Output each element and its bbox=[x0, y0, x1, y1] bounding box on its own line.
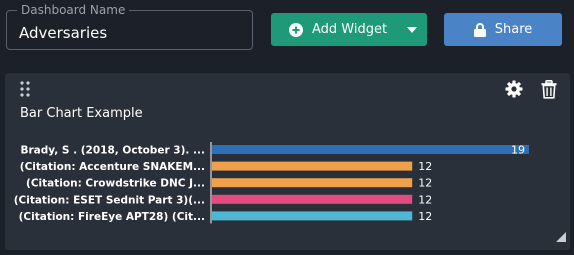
bar-category-label: (Citation: FireEye APT28) (Cit... bbox=[19, 211, 205, 223]
bar-category-label: Brady, S . (2018, October 3). ... bbox=[20, 145, 205, 157]
bar-value-label: 12 bbox=[418, 160, 432, 173]
chevron-down-icon[interactable] bbox=[397, 26, 427, 33]
bar[interactable] bbox=[212, 194, 413, 204]
bar-value-label: 12 bbox=[418, 193, 432, 206]
resize-icon[interactable] bbox=[556, 227, 566, 246]
lock-icon bbox=[473, 22, 486, 37]
bar-chart-widget: Bar Chart Example Brady, S . (2018, Octo… bbox=[5, 73, 570, 250]
bar[interactable] bbox=[212, 161, 413, 171]
dashboard-name-field[interactable]: Dashboard Name bbox=[6, 2, 253, 50]
share-button[interactable]: Share bbox=[444, 13, 562, 46]
bar-category-label: (Citation: Crowdstrike DNC J... bbox=[26, 178, 205, 190]
bar[interactable] bbox=[212, 145, 529, 154]
plus-circle-icon bbox=[289, 22, 303, 37]
bar-value-label: 12 bbox=[418, 210, 432, 223]
bar-category-label: (Citation: Accenture SNAKEM... bbox=[20, 161, 205, 173]
bar-value-label: 19 bbox=[511, 144, 525, 157]
bar[interactable] bbox=[212, 178, 413, 188]
bar-value-label: 12 bbox=[418, 177, 432, 190]
bar-category-label: (Citation: ESET Sednit Part 3)(... bbox=[14, 194, 205, 206]
dashboard-name-input[interactable] bbox=[7, 11, 252, 49]
add-widget-button[interactable]: Add Widget bbox=[271, 13, 427, 46]
share-label: Share bbox=[494, 22, 533, 37]
bar[interactable] bbox=[212, 211, 413, 221]
bar-chart: Brady, S . (2018, October 3). ... 19 (Cita… bbox=[14, 142, 529, 224]
add-widget-label: Add Widget bbox=[312, 22, 388, 37]
